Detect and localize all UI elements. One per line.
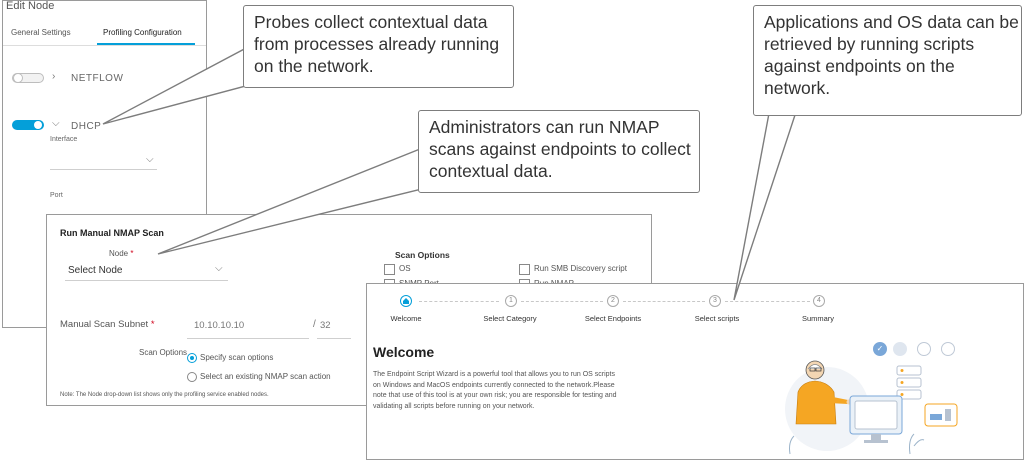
callout-scripts: Applications and OS data can be retrieve… [753,5,1022,116]
callout-nmap: Administrators can run NMAP scans agains… [418,110,700,193]
callout-probes: Probes collect contextual data from proc… [243,5,514,88]
